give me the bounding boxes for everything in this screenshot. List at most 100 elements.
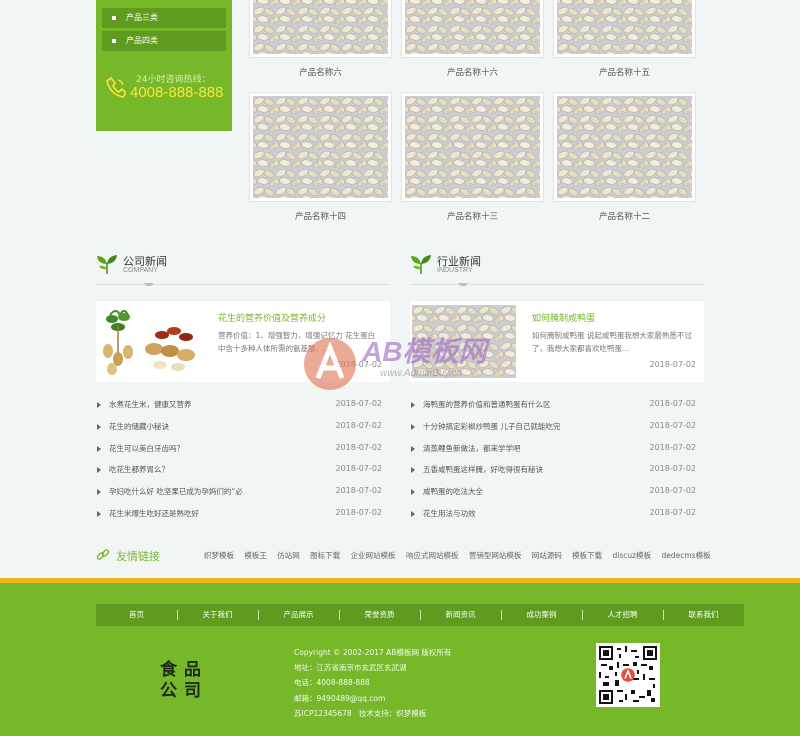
product-name[interactable]: 产品名称十三 — [401, 210, 544, 222]
news-item-title[interactable]: 清蒸鲤鱼新做法，都来学学吧 — [423, 443, 521, 454]
watermark: AB模板网 www.AdminBuy.cn — [300, 330, 510, 400]
footer-logo-line: 食品 — [160, 660, 208, 680]
product-image[interactable] — [249, 92, 392, 202]
bullet-arrow-icon — [97, 402, 101, 408]
product-card[interactable]: 产品名称十四 — [249, 92, 392, 222]
copyright-text: Copyright © 2002-2017 AB模板网 版权所有 — [294, 648, 452, 657]
news-item[interactable]: 花生用法与功效 2018-07-02 — [410, 504, 700, 526]
product-card[interactable]: 产品名称十三 — [401, 92, 544, 222]
friendly-link[interactable]: 模板王 — [244, 551, 267, 560]
product-name[interactable]: 产品名称十五 — [553, 66, 696, 78]
friendly-link[interactable]: dedecms模板 — [661, 551, 710, 560]
news-item-date: 2018-07-02 — [335, 399, 383, 408]
product-image[interactable] — [553, 92, 696, 202]
icp-link[interactable]: 苏ICP12345678 — [294, 709, 352, 718]
product-name[interactable]: 产品名称十二 — [553, 210, 696, 222]
product-card[interactable]: 产品名称十六 — [401, 0, 544, 78]
phone-text: 电话：4008-888-888 — [294, 678, 370, 688]
footer-info: Copyright © 2002-2017 AB模板网 版权所有 地址：江苏省南… — [294, 645, 451, 721]
news-item-title[interactable]: 海鸭蛋的营养价值和普通鸭蛋有什么区 — [423, 399, 551, 410]
product-name[interactable]: 产品名称十六 — [401, 66, 544, 78]
footer-logo[interactable]: 食品 公司 — [160, 660, 208, 702]
company-news-header: 公司新闻 COMPANY — [96, 253, 390, 283]
bullet-arrow-icon — [97, 489, 101, 496]
friendly-link[interactable]: 织梦模板 — [204, 551, 234, 560]
news-item-date: 2018-07-02 — [649, 442, 697, 452]
friendly-link[interactable]: 仿站网 — [277, 551, 300, 560]
footer-nav-item[interactable]: 人才招聘 — [582, 604, 663, 626]
news-item-title[interactable]: 花生米爆生吃好还是熟吃好 — [109, 508, 199, 519]
product-name[interactable]: 产品名称六 — [249, 66, 392, 78]
featured-news-image[interactable] — [98, 305, 202, 378]
footer-nav-item[interactable]: 产品展示 — [258, 604, 339, 626]
news-item-date: 2018-07-02 — [649, 420, 697, 430]
email-text: 邮箱：9490489@qq.com — [294, 693, 386, 703]
news-item-title[interactable]: 花生的储藏小秘诀 — [109, 421, 169, 432]
news-item-title[interactable]: 孕妇吃什么好 吃坚果已成为孕妈们的“必 — [109, 486, 243, 497]
news-item[interactable]: 十分钟搞定彩椒炒鸭蛋 儿子自己就能吃完 2018-07-02 — [410, 417, 700, 439]
leaf-icon — [97, 255, 117, 274]
bullet-arrow-icon — [97, 510, 101, 517]
product-image[interactable] — [401, 0, 544, 58]
hotline-number: 4008-888-888 — [130, 84, 224, 101]
featured-news-title[interactable]: 如何腌制咸鸭蛋 — [532, 311, 595, 324]
news-item[interactable]: 咸鸭蛋的吃法大全 2018-07-02 — [410, 482, 700, 504]
footer-logo-line: 公司 — [160, 681, 208, 701]
news-item-title[interactable]: 水煮花生米，健康又营养 — [109, 399, 192, 410]
company-news-list: 水煮花生米，健康又营养 2018-07-02 花生的储藏小秘诀 2018-07-02… — [96, 395, 386, 526]
section-divider — [96, 283, 390, 286]
featured-news-title[interactable]: 花生的营养价值及营养成分 — [218, 311, 326, 324]
news-item-title[interactable]: 五香咸鸭蛋这样腌，好吃得很有秘诀 — [423, 464, 543, 475]
news-item[interactable]: 吃花生都养胃么？ 2018-07-02 — [96, 460, 386, 482]
product-name[interactable]: 产品名称十四 — [249, 210, 392, 222]
news-item-date: 2018-07-02 — [335, 507, 383, 517]
news-item[interactable]: 花生米爆生吃好还是熟吃好 2018-07-02 — [96, 504, 386, 526]
news-item[interactable]: 花生可以美白牙齿吗？ 2018-07-02 — [96, 439, 386, 461]
footer-nav-item[interactable]: 成功案例 — [501, 604, 582, 626]
sidebar: 产品三类 产品四类 24小时咨询热线： 4008-888-888 — [96, 0, 232, 131]
friendly-link[interactable]: 网站源码 — [532, 551, 562, 560]
featured-news-summary: 如何腌制咸鸭蛋 说起咸鸭蛋我想大家最熟悉不过了，我想大家都喜欢吃鸭蛋... — [532, 331, 692, 353]
news-item-title[interactable]: 咸鸭蛋的吃法大全 — [423, 486, 483, 497]
bullet-arrow-icon — [411, 467, 415, 474]
friendly-link[interactable]: discuz模板 — [613, 551, 652, 560]
product-card[interactable]: 产品名称十五 — [553, 0, 696, 78]
sidebar-category-item[interactable]: 产品三类 — [102, 8, 226, 28]
news-item[interactable]: 清蒸鲤鱼新做法，都来学学吧 2018-07-02 — [410, 439, 700, 461]
news-item[interactable]: 孕妇吃什么好 吃坚果已成为孕妈们的“必 2018-07-02 — [96, 482, 386, 504]
news-item-date: 2018-07-02 — [649, 464, 697, 474]
product-image[interactable] — [553, 0, 696, 58]
news-item-date: 2018-07-02 — [335, 420, 383, 430]
friendly-link[interactable]: 模板下载 — [572, 551, 602, 560]
footer-nav-item[interactable]: 联系我们 — [663, 604, 744, 626]
sidebar-category-item[interactable]: 产品四类 — [102, 31, 226, 51]
news-item-date: 2018-07-02 — [649, 486, 697, 496]
news-item[interactable]: 五香咸鸭蛋这样腌，好吃得很有秘诀 2018-07-02 — [410, 460, 700, 482]
bullet-arrow-icon — [411, 510, 415, 517]
address-text: 地址：江苏省南京市玄武区玄武湖 — [294, 663, 407, 673]
footer-nav-item[interactable]: 首页 — [96, 604, 177, 626]
news-item-title[interactable]: 吃花生都养胃么？ — [109, 464, 169, 475]
product-image[interactable] — [401, 92, 544, 202]
product-card[interactable]: 产品名称六 — [249, 0, 392, 78]
news-item-title[interactable]: 花生可以美白牙齿吗？ — [109, 443, 184, 454]
friendly-link[interactable]: 营销型网站模板 — [469, 551, 522, 560]
news-item-title[interactable]: 花生用法与功效 — [423, 508, 476, 519]
news-item-date: 2018-07-02 — [335, 464, 383, 474]
product-image[interactable] — [249, 0, 392, 58]
support-text[interactable]: 技术支持：织梦模板 — [359, 709, 427, 718]
news-item-date: 2018-07-02 — [335, 442, 383, 452]
footer-nav-item[interactable]: 关于我们 — [177, 604, 258, 626]
friendly-link[interactable]: 图标下载 — [310, 551, 340, 560]
friendly-link[interactable]: 企业网站模板 — [351, 551, 396, 560]
qr-code-image — [599, 646, 657, 704]
bullet-arrow-icon — [97, 467, 101, 474]
industry-news-header: 行业新闻 INDUSTRY — [410, 253, 704, 283]
news-item-title[interactable]: 十分钟搞定彩椒炒鸭蛋 儿子自己就能吃完 — [423, 421, 560, 432]
news-item[interactable]: 花生的储藏小秘诀 2018-07-02 — [96, 417, 386, 439]
product-card[interactable]: 产品名称十二 — [553, 92, 696, 222]
bullet-arrow-icon — [411, 402, 415, 408]
footer-nav-item[interactable]: 荣誉资质 — [339, 604, 420, 626]
friendly-link[interactable]: 响应式网站模板 — [406, 551, 459, 560]
footer-nav-item[interactable]: 新闻资讯 — [420, 604, 501, 626]
